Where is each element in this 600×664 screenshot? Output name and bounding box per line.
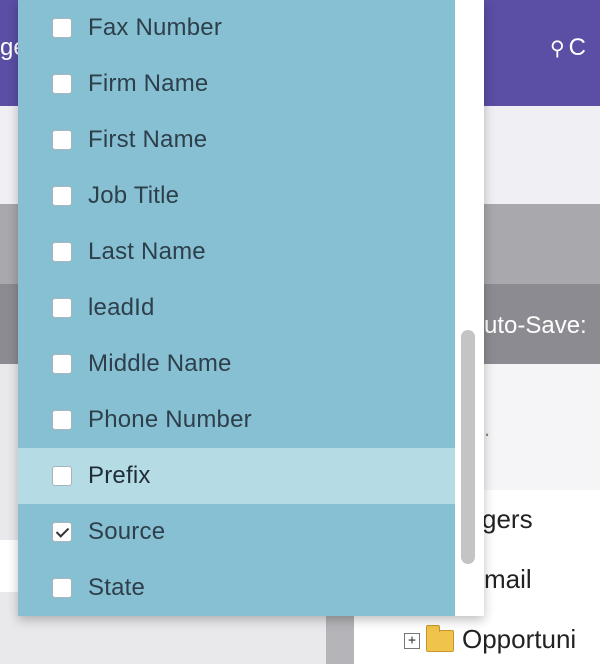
header-user-menu[interactable]: ⚲ C: [550, 34, 586, 62]
checkbox[interactable]: [52, 186, 72, 206]
tree-item[interactable]: mail: [484, 564, 532, 595]
list-item-label: Prefix: [88, 462, 151, 489]
checkbox[interactable]: [52, 74, 72, 94]
scrollbar-thumb[interactable]: [461, 330, 475, 564]
list-item[interactable]: First Name: [18, 112, 455, 168]
checkbox[interactable]: [52, 578, 72, 598]
list-item-label: Last Name: [88, 238, 206, 265]
checkbox[interactable]: [52, 130, 72, 150]
list-item-highlighted[interactable]: Prefix: [18, 448, 455, 504]
list-item-label: State: [88, 574, 146, 601]
header-left-label[interactable]: ge: [0, 34, 18, 62]
people-icon: ⚲: [550, 37, 565, 60]
list-item[interactable]: Phone Number: [18, 392, 455, 448]
field-select-dropdown: Fax Number Firm Name First Name Job Titl…: [18, 0, 484, 616]
list-item-label: First Name: [88, 126, 208, 153]
list-item[interactable]: State: [18, 560, 455, 616]
list-item[interactable]: Middle Name: [18, 336, 455, 392]
tree-item[interactable]: gers: [482, 504, 533, 535]
list-item-label: Firm Name: [88, 70, 209, 97]
list-item-label: Job Title: [88, 182, 180, 209]
list-item-label: Middle Name: [88, 350, 232, 377]
list-item-label: Source: [88, 518, 166, 545]
list-item[interactable]: Last Name: [18, 224, 455, 280]
list-item-label: leadId: [88, 294, 155, 321]
checkbox[interactable]: [52, 466, 72, 486]
field-list: Fax Number Firm Name First Name Job Titl…: [18, 0, 455, 616]
list-item-label: Fax Number: [88, 14, 223, 41]
header-right-label: C: [568, 34, 586, 61]
tree-item-label: gers: [482, 504, 533, 534]
list-item[interactable]: leadId: [18, 280, 455, 336]
list-item[interactable]: Source: [18, 504, 455, 560]
expand-icon[interactable]: +: [404, 633, 420, 650]
ellipsis-icon: .: [484, 416, 491, 441]
list-item[interactable]: Fax Number: [18, 0, 455, 56]
checkbox[interactable]: [52, 18, 72, 38]
list-item[interactable]: Job Title: [18, 168, 455, 224]
checkbox[interactable]: [52, 354, 72, 374]
tree-item-label: Opportuni: [462, 624, 577, 654]
folder-icon: [426, 625, 454, 653]
list-item[interactable]: Firm Name: [18, 56, 455, 112]
autosave-label: uto-Save:: [484, 312, 587, 339]
scrollbar-track[interactable]: [455, 0, 484, 616]
checkbox[interactable]: [52, 298, 72, 318]
tree-item-opportunities[interactable]: + Opportuni: [404, 624, 576, 655]
list-item-label: Phone Number: [88, 406, 252, 433]
left-panel-field[interactable]: [0, 540, 18, 592]
checkbox-checked[interactable]: [52, 522, 72, 542]
checkbox[interactable]: [52, 410, 72, 430]
tree-item-label: mail: [484, 564, 532, 594]
checkbox[interactable]: [52, 242, 72, 262]
